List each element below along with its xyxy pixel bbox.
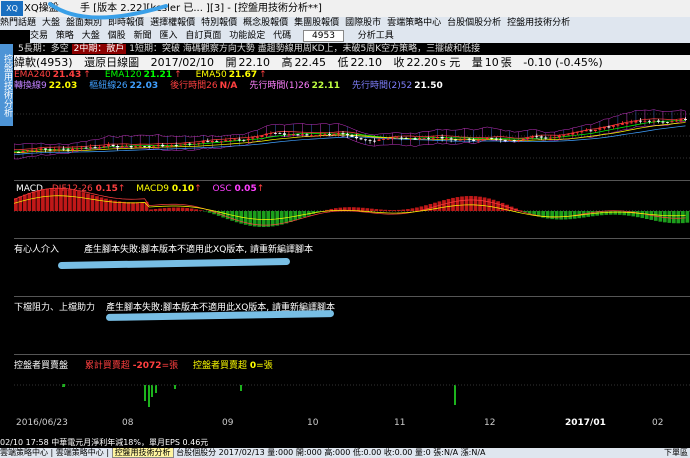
- ema-label: EMA120: [104, 70, 142, 80]
- x-axis-label: 09: [222, 418, 234, 428]
- ema-value: 21.21: [143, 70, 173, 80]
- ichimoku-label: 樞紐線26: [89, 81, 128, 91]
- ema-label: EMA240: [14, 70, 51, 80]
- toolbar-trade[interactable]: 交易: [30, 31, 48, 41]
- up-arrow-icon: ↑: [83, 70, 91, 80]
- app-logo-icon: XQ: [1, 1, 23, 16]
- toolbar-import[interactable]: 匯入: [159, 31, 177, 41]
- order-area[interactable]: 下單區: [664, 448, 688, 458]
- toolbar: 交易 策略 大盤 個股 新聞 匯入 自訂頁面 功能設定 代碼 4953 分析工具: [30, 30, 690, 43]
- x-axis-label: 02: [652, 418, 664, 428]
- info-long: 5長期：多空: [18, 44, 69, 54]
- menu-tab[interactable]: 概念股報價: [243, 18, 288, 28]
- menu-tab[interactable]: 熱門話題: [0, 18, 36, 28]
- toolbar-stock[interactable]: 個股: [108, 31, 126, 41]
- x-axis-label: 11: [394, 418, 406, 428]
- chart-type: 還原日線圖: [84, 56, 140, 69]
- scribble-decoration: [48, 2, 168, 20]
- panel-support-resistance: 下檔阻力、上檔助力 產生腳本失敗:腳本版本不適用此XQ版本, 請重新編譯腳本: [14, 296, 690, 355]
- high-label: 高: [281, 56, 293, 69]
- ichimoku-label: 先行時間(1)26: [249, 81, 310, 91]
- panel-a-title: 有心人介入: [14, 245, 60, 255]
- highlight-stroke: [57, 257, 291, 270]
- up-arrow-icon: ↑: [259, 70, 267, 80]
- panel-smart-money: 有心人介入 產生腳本失敗:腳本版本不適用此XQ版本, 請重新編譯腳本: [14, 238, 690, 297]
- vol-label: 量: [471, 56, 483, 69]
- ichimoku-row: 轉換線9 22.03 樞紐線26 22.03 後行時間26 N/A 先行時間(1)26 22.…: [14, 81, 690, 92]
- open-label: 開: [225, 56, 237, 69]
- low-label: 低: [337, 56, 349, 69]
- quote-date: 2017/02/10: [150, 56, 214, 69]
- ema-row: EMA240 21.43 ↑ EMA120 21.21 ↑ EMA50 21.67 ↑: [14, 70, 690, 81]
- toolbar-market[interactable]: 大盤: [82, 31, 100, 41]
- info-strip: 5長期：多空 2中期：散戶 1短期：突破 海碼觀察方向大勢 盡趨勢線用周KD上，…: [18, 43, 690, 55]
- macd-panel: MACD DIF12-26 0.15↑ MACD9 0.10↑ OSC 0.05…: [14, 180, 690, 239]
- info-strategy: 盡趨勢線用周KD上，未破5周K空方策略，三擺破和低接: [257, 44, 481, 54]
- vol-unit: 張: [500, 56, 512, 69]
- x-axis-label: 2016/06/23: [16, 418, 68, 428]
- toolbar-code-label: 代碼: [273, 31, 292, 41]
- x-axis-label: 10: [307, 418, 319, 428]
- ema-label: EMA50: [195, 70, 227, 80]
- toolbar-custom-page[interactable]: 自訂頁面: [185, 31, 221, 41]
- ichimoku-value: 22.11: [311, 81, 341, 91]
- macd-chart: [14, 187, 690, 227]
- x-axis-label: 08: [122, 418, 134, 428]
- ichimoku-value: 22.03: [129, 81, 159, 91]
- ichimoku-label: 轉換線9: [14, 81, 47, 91]
- toolbar-news[interactable]: 新聞: [134, 31, 152, 41]
- x-axis-label: 2017/01: [565, 418, 606, 428]
- info-short: 1短期：突破: [129, 44, 180, 54]
- status-tab[interactable]: 台股個股分: [176, 448, 216, 457]
- ema-value: 21.43: [52, 70, 82, 80]
- news-ticker[interactable]: 02/10 17:58 中華電元月淨利年減18%，單月EPS 0.46元: [0, 438, 690, 448]
- menu-tab[interactable]: 台股個股分析: [447, 18, 501, 28]
- open-value: 22.10: [238, 56, 270, 69]
- toolbar-settings[interactable]: 功能設定: [229, 31, 265, 41]
- menu-tab[interactable]: 集團股報價: [294, 18, 339, 28]
- ichimoku-label: 後行時間26: [170, 81, 218, 91]
- ichimoku-value: N/A: [219, 81, 238, 91]
- ichimoku-label: 先行時間(2)52: [352, 81, 413, 91]
- stock-name[interactable]: 緯軟(4953): [14, 56, 73, 69]
- price-chart[interactable]: [14, 92, 690, 180]
- vertical-tab[interactable]: 控盤用技術分析: [0, 44, 13, 126]
- panel-b-title: 下檔阻力、上檔助力: [14, 303, 96, 313]
- menu-tab[interactable]: 特別報價: [201, 18, 237, 28]
- status-bar: 雲端策略中心 | 雲端策略中心 | 控盤用技術分析 台股個股分 2017/02/…: [0, 448, 690, 458]
- analysis-tool-button[interactable]: 分析工具: [358, 31, 394, 41]
- panel-a-error: 產生腳本失敗:腳本版本不適用此XQ版本, 請重新編譯腳本: [84, 245, 314, 255]
- status-tab-selected[interactable]: 控盤用技術分析: [111, 448, 174, 458]
- high-value: 22.45: [294, 56, 326, 69]
- close-unit: s 元: [439, 56, 461, 69]
- close-value: 22.20: [406, 56, 438, 69]
- info-mid: 2中期：散戶: [71, 44, 127, 54]
- x-axis-label: 12: [484, 418, 496, 428]
- status-tab[interactable]: 雲端策略中心: [56, 448, 104, 457]
- ema-value: 21.67: [228, 70, 258, 80]
- status-info: 2017/02/13 量:000 開:000 高:000 低:0.00 收:0.…: [218, 448, 486, 457]
- vol-value: 10: [484, 56, 499, 69]
- panel-controller-trades: 控盤者買賣盤 累計買賣超 -2072=張 控盤者買賣超 0=張: [14, 354, 690, 419]
- menu-tab[interactable]: 國際股市: [345, 18, 381, 28]
- code-input[interactable]: 4953: [303, 30, 344, 42]
- controller-chart: [14, 384, 690, 407]
- low-value: 22.10: [350, 56, 382, 69]
- close-label: 收: [393, 56, 405, 69]
- quote-row: 緯軟(4953) 還原日線圖 2017/02/10 開 22.10 高 22.45 …: [14, 55, 690, 70]
- toolbar-strategy[interactable]: 策略: [56, 31, 74, 41]
- menu-tab[interactable]: 雲端策略中心: [387, 18, 441, 28]
- up-arrow-icon: ↑: [174, 70, 182, 80]
- change-value: -0.10 (-0.45%): [523, 56, 603, 69]
- menu-tab[interactable]: 控盤用技術分析: [507, 18, 570, 28]
- ichimoku-value: 22.03: [48, 81, 78, 91]
- info-direction: 海碼觀察方向大勢: [182, 44, 255, 54]
- status-tab[interactable]: 雲端策略中心: [0, 448, 48, 457]
- ichimoku-value: 21.50: [414, 81, 443, 91]
